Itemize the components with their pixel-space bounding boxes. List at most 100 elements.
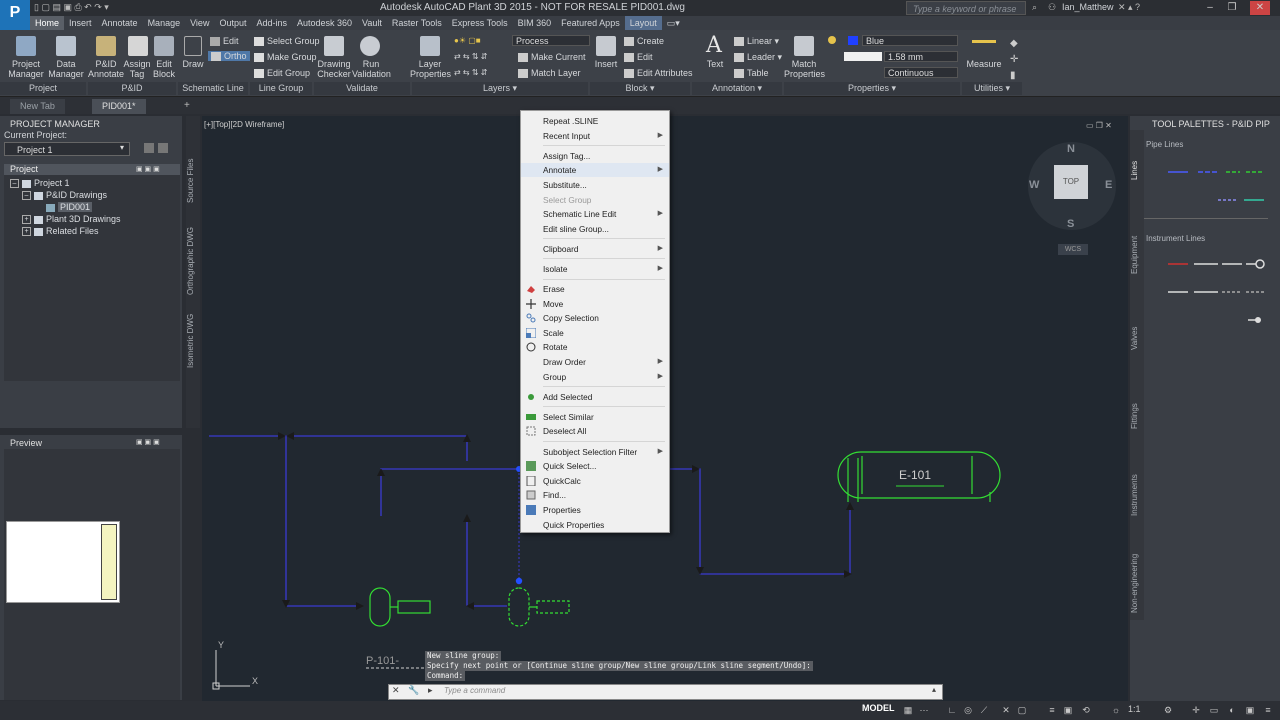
menu-item-copy-selection[interactable]: Copy Selection	[521, 311, 669, 325]
tab-output[interactable]: Output	[214, 16, 251, 30]
project-details-icon[interactable]	[158, 143, 168, 153]
drawing-checker-button[interactable]: Drawing Checker	[316, 59, 352, 79]
current-project-select[interactable]: Project 1	[4, 142, 130, 156]
compass-north[interactable]: N	[1067, 143, 1075, 155]
search-icon[interactable]: ⌕	[1032, 2, 1037, 13]
data-manager-button[interactable]: Data Manager	[48, 59, 84, 79]
polar-icon[interactable]: ◎	[962, 704, 974, 716]
menu-item-deselect-all[interactable]: Deselect All	[521, 424, 669, 438]
run-validation-button[interactable]: Run Validation	[352, 59, 391, 79]
project-settings-icon[interactable]	[144, 143, 154, 153]
collapse-icon[interactable]: –	[10, 179, 19, 189]
tab-autodesk-360[interactable]: Autodesk 360	[292, 16, 357, 30]
create-block-button[interactable]: Create	[624, 36, 664, 47]
make-current-button[interactable]: Make Current	[518, 52, 586, 63]
panel-label-block[interactable]: Block ▾	[590, 82, 690, 95]
layer-properties-button[interactable]: Layer Properties	[410, 59, 451, 79]
tab-vault[interactable]: Vault	[357, 16, 387, 30]
menu-item-find[interactable]: Find...	[521, 488, 669, 502]
ortho-icon[interactable]: ∟	[946, 704, 958, 716]
compass-south[interactable]: S	[1067, 218, 1074, 230]
model-space-button[interactable]: MODEL	[862, 703, 895, 713]
linetype-dropdown[interactable]: Continuous	[884, 67, 958, 78]
tab-layout[interactable]: Layout	[624, 16, 662, 30]
tp-tab-fittings[interactable]: Fittings	[1130, 396, 1144, 436]
collapse-icon[interactable]: –	[22, 191, 31, 201]
menu-item-group[interactable]: Group ▶	[521, 370, 669, 384]
layer-tools-row1[interactable]: ⇄ ⇆ ⇅ ⇵	[454, 52, 487, 61]
tree-item-related-files[interactable]: + Related Files	[22, 226, 99, 237]
menu-item-quick-select[interactable]: Quick Select...	[521, 459, 669, 473]
tab-insert[interactable]: Insert	[64, 16, 97, 30]
tab-bim-360[interactable]: BIM 360	[513, 16, 557, 30]
text-button[interactable]: Text	[702, 59, 728, 69]
measure-button[interactable]: Measure	[964, 59, 1004, 69]
lineweight-icon[interactable]: ≡	[1046, 704, 1058, 716]
menu-item-rotate[interactable]: Rotate	[521, 340, 669, 354]
match-layer-button[interactable]: Match Layer	[518, 68, 581, 79]
isolate-objects-icon[interactable]: ◐	[1226, 704, 1238, 716]
utility-icons[interactable]: ◆ ✛ ▮	[1010, 36, 1018, 84]
menu-item-select-similar[interactable]: Select Similar	[521, 410, 669, 424]
insert-button[interactable]: Insert	[592, 59, 620, 69]
menu-item-substitute[interactable]: Substitute...	[521, 178, 669, 192]
make-group-button[interactable]: Make Group	[254, 52, 317, 63]
customization-icon[interactable]: ≡	[1262, 704, 1274, 716]
ribbon-minimize-icon[interactable]: ▭▾	[662, 16, 685, 30]
compass-east[interactable]: E	[1105, 179, 1112, 191]
menu-item-subobject-selection-filter[interactable]: Subobject Selection Filter ▶	[521, 445, 669, 459]
tab-view[interactable]: View	[185, 16, 214, 30]
file-tab-pid001[interactable]: PID001*	[92, 99, 146, 114]
table-button[interactable]: Table	[734, 68, 769, 79]
layer-state-icons[interactable]: ●☀ ▢■	[454, 36, 481, 45]
command-history-toggle-icon[interactable]: ▴	[932, 685, 936, 694]
preview-view-icons[interactable]: ▣ ▣ ▣	[136, 438, 160, 446]
assign-tag-button[interactable]: Assign Tag	[122, 59, 152, 79]
transparency-icon[interactable]: ▣	[1062, 704, 1074, 716]
tp-tab-non-engineering[interactable]: Non-engineering	[1130, 548, 1144, 618]
quick-access-toolbar[interactable]: ▯ ▢ ▤ ▣ ⎙ ↶ ↷ ▾	[34, 2, 109, 13]
tp-tab-instruments[interactable]: Instruments	[1130, 470, 1144, 520]
clean-screen-icon[interactable]: ▣	[1244, 704, 1256, 716]
menu-item-edit-sline-group[interactable]: Edit sline Group...	[521, 222, 669, 236]
tab-manage[interactable]: Manage	[143, 16, 186, 30]
osnap-icon[interactable]: ▢	[1016, 704, 1028, 716]
expand-icon[interactable]: +	[22, 215, 31, 225]
tab-express-tools[interactable]: Express Tools	[447, 16, 513, 30]
menu-item-isolate[interactable]: Isolate ▶	[521, 262, 669, 276]
units-icon[interactable]: ▭	[1208, 704, 1220, 716]
tp-tab-valves[interactable]: Valves	[1130, 318, 1144, 358]
user-name[interactable]: Ian_Matthew	[1062, 2, 1114, 12]
menu-item-draw-order[interactable]: Draw Order ▶	[521, 355, 669, 369]
block-edit-button[interactable]: Edit	[624, 52, 653, 63]
new-tab-plus-icon[interactable]: +	[184, 100, 190, 111]
annotation-monitor-icon[interactable]: ✛	[1190, 704, 1202, 716]
minimize-button[interactable]: –	[1200, 1, 1220, 15]
command-input[interactable]: Type a command	[444, 684, 505, 698]
select-group-button[interactable]: Select Group	[254, 36, 320, 47]
file-tab-new[interactable]: New Tab	[10, 99, 65, 114]
linear-dimension-button[interactable]: Linear ▾	[734, 36, 779, 47]
annotation-visibility-icon[interactable]: ☼	[1110, 704, 1122, 716]
tool-palette-items[interactable]	[1160, 160, 1270, 330]
command-close-icon[interactable]: ✕	[392, 685, 406, 697]
grid-icon[interactable]: ▦	[902, 704, 914, 716]
panel-label-annotation[interactable]: Annotation ▾	[692, 82, 782, 95]
isometric-icon[interactable]: ⟋	[978, 704, 990, 716]
menu-item-erase[interactable]: Erase	[521, 282, 669, 296]
tree-item-project[interactable]: – Project 1	[10, 178, 70, 189]
workspace-gear-icon[interactable]: ⚙	[1162, 704, 1174, 716]
tree-item-pid001[interactable]: PID001	[46, 202, 93, 212]
menu-item-recent-input[interactable]: Recent Input ▶	[521, 129, 669, 143]
tab-home[interactable]: Home	[30, 16, 65, 30]
color-dropdown[interactable]: Blue	[862, 35, 958, 46]
viewcube-top[interactable]: TOP	[1054, 165, 1088, 199]
side-tab-orthographic[interactable]: Orthographic DWG	[186, 216, 200, 306]
edit-group-button[interactable]: Edit Group	[254, 68, 310, 79]
lineweight-dropdown[interactable]: 1.58 mm	[884, 51, 958, 62]
edit-attributes-button[interactable]: Edit Attributes	[624, 68, 693, 79]
snap-icon[interactable]: ⋯	[918, 704, 930, 716]
tab-raster-tools[interactable]: Raster Tools	[387, 16, 447, 30]
menu-item-quickcalc[interactable]: QuickCalc	[521, 474, 669, 488]
chevron-down-icon[interactable]: ▾	[120, 143, 124, 152]
